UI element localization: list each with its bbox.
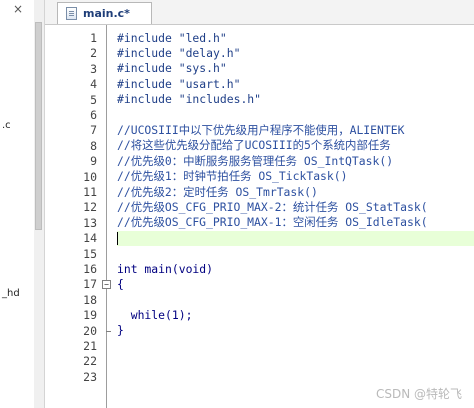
- line-number: 5: [90, 92, 97, 107]
- line-number: 3: [90, 61, 97, 76]
- code-line[interactable]: #include "delay.h": [117, 46, 474, 61]
- project-file-fragment[interactable]: .c: [2, 120, 11, 131]
- code-line[interactable]: [117, 230, 474, 247]
- tab-label: main.c*: [83, 7, 130, 20]
- line-number: 9: [90, 154, 97, 169]
- code-line[interactable]: #include "led.h": [117, 31, 474, 46]
- close-panel-icon[interactable]: ×: [13, 2, 23, 16]
- line-number: 14: [83, 231, 97, 246]
- code-editor[interactable]: #include "led.h" #include "delay.h" #inclu…: [117, 25, 474, 408]
- tab-main-c[interactable]: main.c*: [57, 2, 152, 24]
- code-line[interactable]: while(1);: [117, 308, 474, 323]
- line-number: 12: [83, 200, 97, 215]
- code-line[interactable]: #include "usart.h": [117, 77, 474, 92]
- line-number-gutter: 1 2 3 4 5 6 7 8 9 10 11 12 13 14 15 16 17 18 19 20 21 22 23: [45, 25, 103, 408]
- c-file-icon: [66, 7, 77, 20]
- line-number: 4: [90, 77, 97, 92]
- code-line[interactable]: [117, 292, 474, 307]
- code-line[interactable]: //优先级OS_CFG_PRIO_MAX-2：统计任务 OS_StatTask(: [117, 200, 474, 215]
- project-file-fragment[interactable]: _hd: [2, 288, 20, 299]
- line-number: 17: [83, 277, 97, 292]
- line-number: 18: [83, 292, 97, 307]
- code-line[interactable]: }: [117, 323, 474, 338]
- line-number: 13: [83, 215, 97, 230]
- project-panel: × .c _hd: [0, 0, 35, 408]
- line-number: 16: [83, 262, 97, 276]
- line-number: 10: [83, 169, 97, 184]
- text-caret: [117, 231, 118, 245]
- line-number: 20: [83, 323, 97, 338]
- code-line[interactable]: [117, 369, 474, 384]
- code-line[interactable]: //优先级0：中断服务服务管理任务 OS_IntQTask(): [117, 154, 474, 169]
- code-line[interactable]: int main(void): [117, 262, 474, 277]
- line-number: 8: [90, 138, 97, 153]
- line-number: 21: [83, 339, 97, 353]
- line-number: 23: [83, 369, 97, 384]
- line-number: 6: [90, 108, 97, 122]
- code-line[interactable]: {: [117, 277, 474, 292]
- editor-tab-bar: main.c*: [45, 0, 474, 25]
- code-line[interactable]: //将这些优先级分配给了UCOSIII的5个系统内部任务: [117, 138, 474, 153]
- code-line[interactable]: [117, 339, 474, 354]
- project-panel-scrollbar[interactable]: [34, 0, 45, 408]
- code-line[interactable]: //优先级2：定时任务 OS_TmrTask(): [117, 185, 474, 200]
- line-number: 22: [83, 354, 97, 369]
- line-number: 15: [83, 246, 97, 261]
- code-line[interactable]: //优先级OS_CFG_PRIO_MAX-1：空闲任务 OS_IdleTask(: [117, 215, 474, 230]
- fold-end-marker: [106, 330, 111, 332]
- code-line[interactable]: #include "includes.h": [117, 92, 474, 107]
- line-number: 19: [83, 308, 97, 323]
- line-number: 2: [90, 46, 97, 61]
- code-line[interactable]: [117, 354, 474, 369]
- line-number: 1: [90, 31, 97, 45]
- watermark: CSDN @特轮飞: [375, 387, 462, 401]
- line-number: 7: [90, 123, 97, 138]
- code-line[interactable]: #include "sys.h": [117, 61, 474, 76]
- fold-toggle-icon[interactable]: −: [102, 280, 111, 290]
- fold-margin: −: [102, 25, 116, 408]
- code-line[interactable]: [117, 108, 474, 123]
- scrollbar-thumb[interactable]: [35, 22, 42, 230]
- code-line[interactable]: //UCOSIII中以下优先级用户程序不能使用，ALIENTEK: [117, 123, 474, 138]
- line-number: 11: [83, 185, 97, 199]
- code-line[interactable]: //优先级1：时钟节拍任务 OS_TickTask(): [117, 169, 474, 184]
- code-line[interactable]: [117, 246, 474, 261]
